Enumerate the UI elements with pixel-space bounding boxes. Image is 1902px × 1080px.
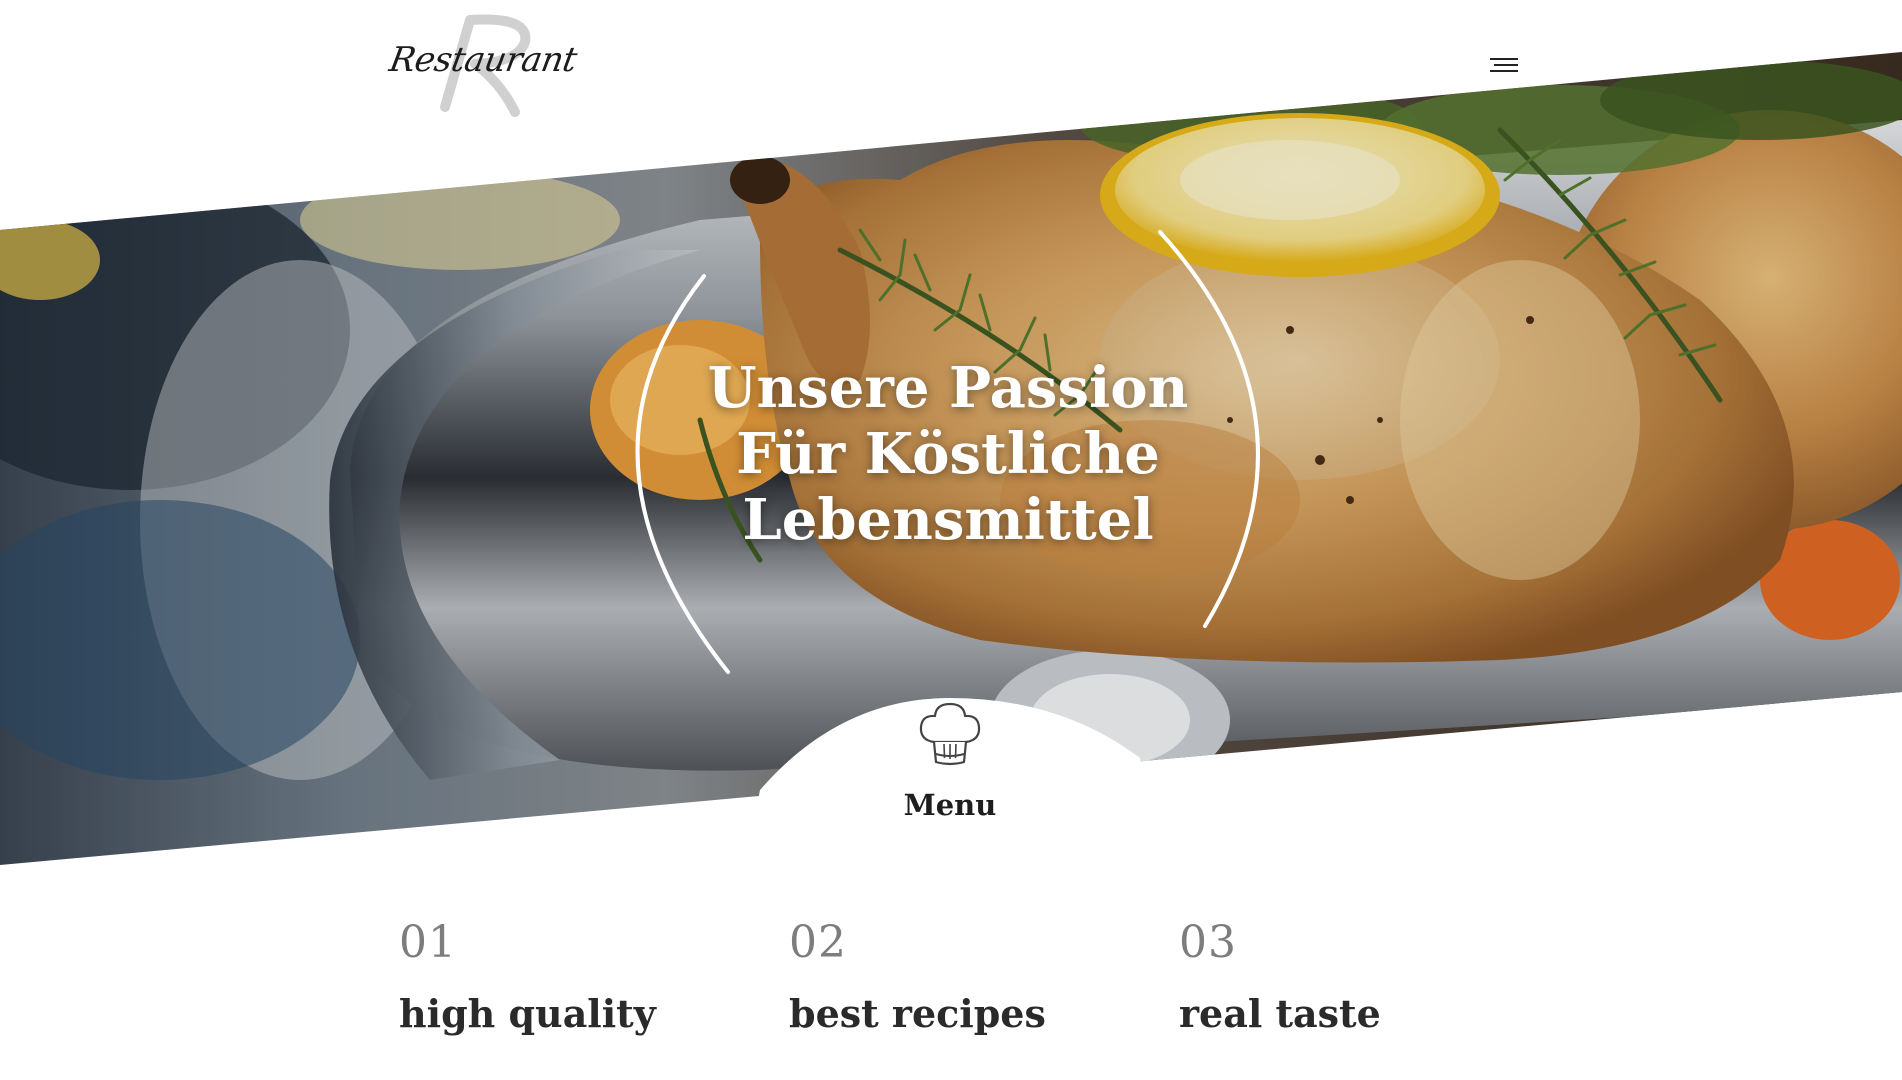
feature-item-2: 02 best recipes [789,915,1149,1039]
feature-item-3: 03 real taste [1179,915,1539,1039]
page: Restaurant Unsere Passion Für Köstliche … [0,0,1902,1080]
menu-link[interactable]: Menu [740,696,1160,896]
menu-tab-label[interactable]: Menu [740,788,1160,822]
hero-title: Unsere Passion Für Köstliche Lebensmitte… [648,355,1248,553]
chef-hat-icon [919,702,981,766]
feature-item-1: 01 high quality [399,915,759,1039]
hero-title-line-1: Unsere Passion [707,355,1189,421]
feature-number: 02 [789,917,847,968]
hamburger-menu-icon[interactable] [1490,56,1520,76]
feature-title: real taste [1179,991,1381,1036]
logo-text: Restaurant [386,40,580,80]
feature-title: best recipes [789,991,1046,1036]
hero-title-line-3: Lebensmittel [742,487,1154,553]
restaurant-logo[interactable]: Restaurant [386,12,580,122]
feature-title: high quality [399,991,656,1036]
feature-number: 01 [399,917,457,968]
hero-title-line-2: Für Köstliche [736,421,1160,487]
feature-number: 03 [1179,917,1237,968]
